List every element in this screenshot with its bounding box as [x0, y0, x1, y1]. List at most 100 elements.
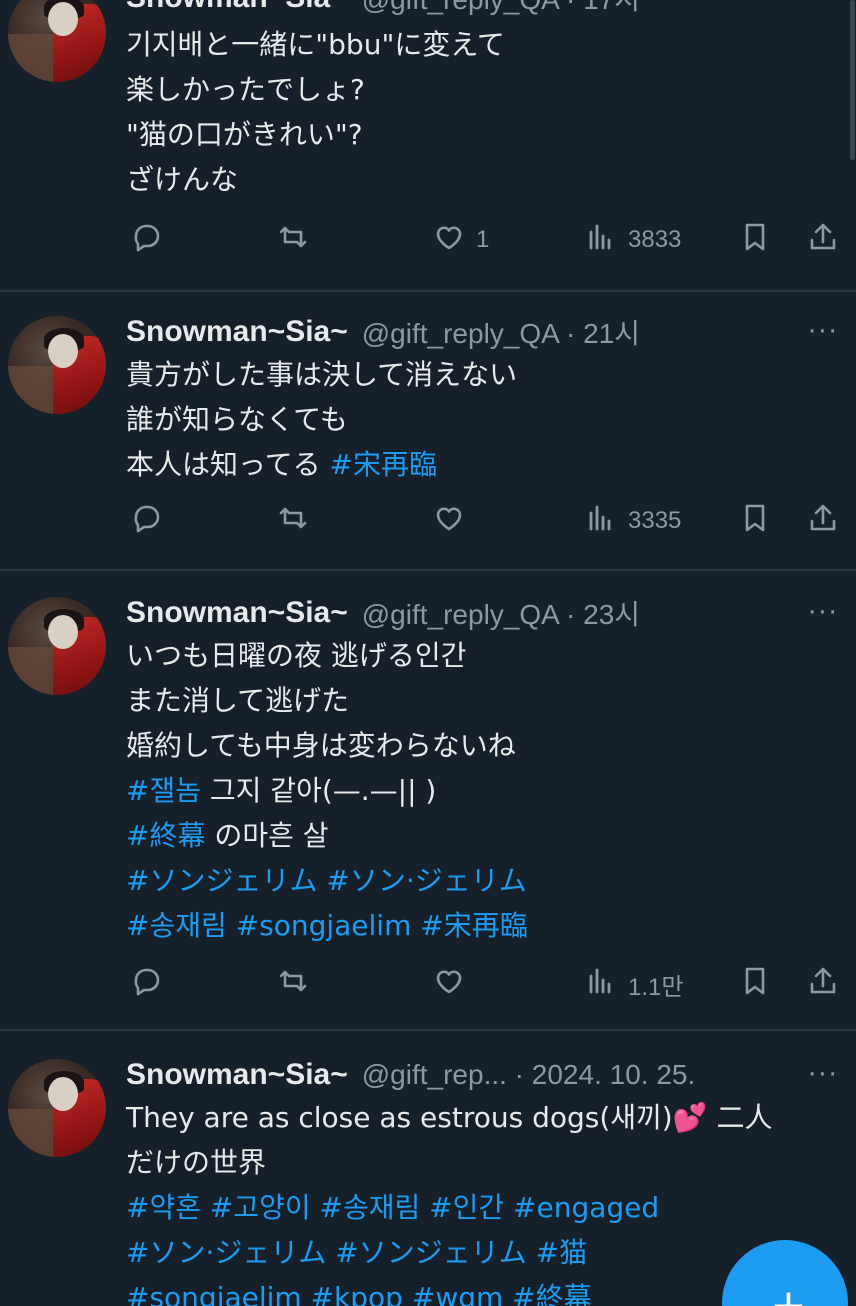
tweet-text-segment: また消して逃げた — [126, 684, 350, 717]
tweet-text-segment: "猫の口がきれい"? — [126, 118, 363, 151]
views-count: 3833 — [628, 226, 682, 253]
reply-icon — [130, 220, 164, 261]
tweet-text: 貴方がした事は決して消えない 誰が知らなくても 本人は知ってる #宋再臨 — [126, 352, 846, 487]
tweet-text: いつも日曜の夜 逃げる인간 また消して逃げた婚約しても中身は変わらないね #잴놈 그… — [126, 633, 846, 948]
hashtag-link[interactable]: #ソン·ジェリム #ソンジェリム #猫 — [126, 1236, 587, 1269]
tweet-text-segment: いつも日曜の夜 逃げる인간 — [126, 639, 467, 672]
share-button[interactable] — [806, 964, 840, 1004]
tweet-text-line: #약혼 #고양이 #송재림 #인간 #engaged — [126, 1185, 846, 1230]
tweet-text-line: 本人は知ってる #宋再臨 — [126, 442, 846, 487]
tweet-0[interactable]: Snowman~Sia~ @gift_reply_QA · 17시 기지배と一緒… — [0, 0, 856, 290]
retweet-button[interactable] — [276, 220, 310, 260]
tweet-text-segment: 本人は知ってる — [126, 448, 330, 481]
like-icon — [432, 220, 466, 261]
share-button[interactable] — [806, 501, 840, 541]
hashtag-link[interactable]: #약혼 #고양이 #송재림 #인간 #engaged — [126, 1191, 659, 1224]
reply-icon — [130, 964, 164, 1005]
tweet-text-line: "猫の口がきれい"? — [126, 112, 846, 157]
reply-icon — [130, 501, 164, 542]
tweet-actions: 3335 — [0, 501, 856, 541]
tweet-text-line: だけの世界 — [126, 1140, 846, 1185]
retweet-icon — [276, 220, 310, 261]
reply-button[interactable] — [130, 964, 164, 1004]
tweet-text-line: ざけんな — [126, 157, 846, 202]
tweet-text-line: #終幕 の마흔 살 — [126, 813, 846, 858]
tweet-text-segment: 婚約しても中身は変わらないね — [126, 729, 516, 762]
like-count: 1 — [476, 226, 490, 253]
author-handle[interactable]: @gift_reply_QA · 21시 — [362, 312, 640, 352]
hashtag-link[interactable]: #ソンジェリム #ソン·ジェリム — [126, 864, 527, 897]
views-icon — [584, 220, 618, 261]
more-options-icon[interactable]: ··· — [808, 319, 844, 345]
tweet-text-segment: の마흔 살 — [205, 819, 329, 852]
views-icon — [584, 501, 618, 542]
hashtag-link[interactable]: #songjaelim #kpop #wgm #終幕 — [126, 1281, 592, 1306]
tweet-header: Snowman~Sia~ @gift_reply_QA · 17시 — [126, 0, 640, 18]
tweet-text-line: 貴方がした事は決して消えない — [126, 352, 846, 397]
tweet-text-line: 誰が知らなくても — [126, 397, 846, 442]
retweet-icon — [276, 501, 310, 542]
avatar[interactable] — [8, 597, 106, 695]
views-count: 1.1만 — [628, 973, 684, 1001]
author-name[interactable]: Snowman~Sia~ — [126, 315, 348, 349]
hashtag-link[interactable]: #終幕 — [126, 819, 205, 852]
tweet-header: Snowman~Sia~ @gift_reply_QA · 21시 — [126, 312, 640, 352]
tweet-text-segment: 誰が知らなくても — [126, 403, 348, 436]
like-button[interactable]: 1 — [432, 220, 489, 260]
like-button[interactable] — [432, 501, 466, 541]
bookmark-icon — [738, 964, 772, 1005]
retweet-button[interactable] — [276, 964, 310, 1004]
author-handle[interactable]: @gift_reply_QA · 23시 — [362, 593, 640, 633]
avatar[interactable] — [8, 316, 106, 414]
tweet-2[interactable]: Snowman~Sia~ @gift_reply_QA · 23시 ··· いつ… — [0, 571, 856, 1029]
tweet-actions: 1.1만 — [0, 964, 856, 1004]
tweet-actions: 1 3833 — [0, 220, 856, 260]
tweet-header: Snowman~Sia~ @gift_rep... · 2024. 10. 25… — [126, 1055, 695, 1095]
timeline-feed: Snowman~Sia~ @gift_reply_QA · 17시 기지배と一緒… — [0, 0, 856, 1306]
tweet-text-line: 楽しかったでしょ? — [126, 67, 846, 112]
author-handle[interactable]: @gift_reply_QA · 17시 — [362, 0, 640, 18]
author-name[interactable]: Snowman~Sia~ — [126, 596, 348, 630]
tweet-text-segment: だけの世界 — [126, 1146, 267, 1179]
bookmark-button[interactable] — [738, 501, 772, 541]
reply-button[interactable] — [130, 220, 164, 260]
tweet-text-segment: 楽しかったでしょ? — [126, 73, 365, 106]
views-button[interactable]: 3335 — [584, 501, 681, 541]
author-name[interactable]: Snowman~Sia~ — [126, 1058, 348, 1092]
views-button[interactable]: 1.1만 — [584, 964, 683, 1004]
retweet-button[interactable] — [276, 501, 310, 541]
views-button[interactable]: 3833 — [584, 220, 681, 260]
tweet-text-segment: 그지 같아(—.—|| ) — [200, 774, 437, 807]
avatar[interactable] — [8, 1059, 106, 1157]
more-options-icon[interactable]: ··· — [808, 1062, 844, 1088]
share-button[interactable] — [806, 220, 840, 260]
share-icon — [806, 501, 840, 542]
bookmark-icon — [738, 501, 772, 542]
retweet-icon — [276, 964, 310, 1005]
bookmark-button[interactable] — [738, 964, 772, 1004]
tweet-text-line: 婚約しても中身は変わらないね — [126, 723, 846, 768]
hashtag-link[interactable]: #宋再臨 — [330, 448, 437, 481]
tweet-3[interactable]: Snowman~Sia~ @gift_rep... · 2024. 10. 25… — [0, 1031, 856, 1306]
bookmark-icon — [738, 220, 772, 261]
author-handle[interactable]: @gift_rep... · 2024. 10. 25. — [362, 1059, 696, 1091]
bookmark-button[interactable] — [738, 220, 772, 260]
tweet-header: Snowman~Sia~ @gift_reply_QA · 23시 — [126, 593, 640, 633]
avatar[interactable] — [8, 0, 106, 82]
share-icon — [806, 220, 840, 261]
tweet-text-line: #잴놈 그지 같아(—.—|| ) — [126, 768, 846, 813]
like-button[interactable] — [432, 964, 466, 1004]
tweet-1[interactable]: Snowman~Sia~ @gift_reply_QA · 21시 ··· 貴方… — [0, 292, 856, 569]
tweet-text-line: また消して逃げた — [126, 678, 846, 723]
hashtag-link[interactable]: #송재림 #songjaelim #宋再臨 — [126, 909, 528, 942]
more-options-icon[interactable]: ··· — [808, 600, 844, 626]
author-name[interactable]: Snowman~Sia~ — [126, 0, 348, 15]
reply-button[interactable] — [130, 501, 164, 541]
hashtag-link[interactable]: #잴놈 — [126, 774, 201, 807]
views-count: 3335 — [628, 507, 682, 534]
views-icon — [584, 964, 618, 1005]
plus-icon: + — [770, 1280, 807, 1306]
tweet-text: 기지배と一緒に"bbu"に変えて 楽しかったでしょ? "猫の口がきれい"? ざけんな — [126, 22, 846, 202]
tweet-text-line: They are as close as estrous dogs(새끼)💕 二… — [126, 1095, 846, 1140]
tweet-text-segment: ざけんな — [126, 163, 239, 196]
